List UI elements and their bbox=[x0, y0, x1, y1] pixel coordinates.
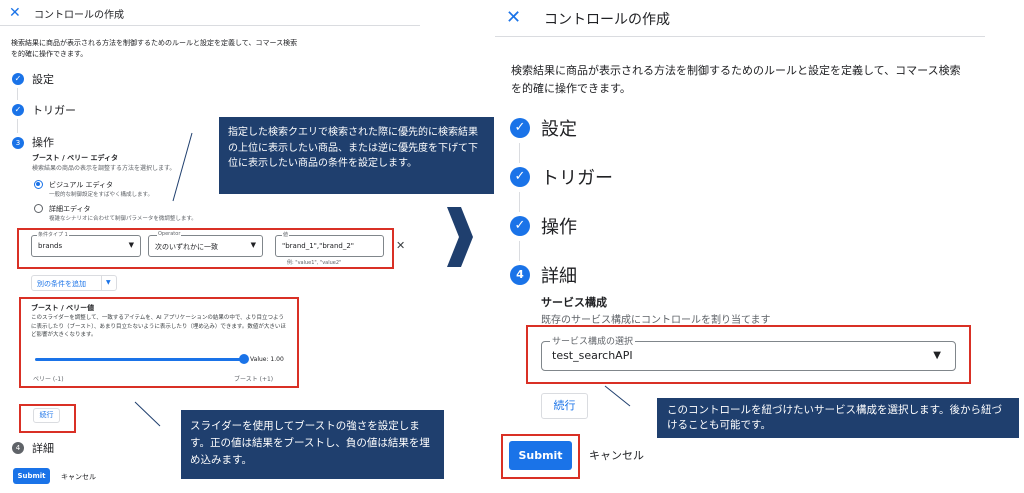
chevron-down-icon: ▼ bbox=[933, 350, 941, 361]
continue-button[interactable]: 続行 bbox=[541, 393, 588, 419]
step-connector bbox=[519, 143, 520, 163]
step-2-label[interactable]: トリガー bbox=[541, 164, 613, 190]
close-icon[interactable]: ✕ bbox=[506, 7, 521, 28]
step-4-number: 4 bbox=[510, 265, 530, 285]
callout-bottom: スライダーを使用してブーストの強さを設定します。正の値は結果をブーストし、負の値… bbox=[181, 410, 444, 479]
service-select-label: サービス構成の選択 bbox=[550, 334, 636, 347]
header-divider bbox=[495, 36, 985, 37]
service-config-select[interactable]: サービス構成の選択 test_searchAPI ▼ bbox=[541, 334, 956, 371]
step-complete-icon: ✓ bbox=[510, 118, 530, 138]
step-connector bbox=[519, 192, 520, 212]
submit-button[interactable]: Submit bbox=[509, 441, 572, 470]
service-select-value: test_searchAPI bbox=[552, 349, 633, 362]
service-config-title: サービス構成 bbox=[541, 296, 607, 309]
page-title: コントロールの作成 bbox=[544, 12, 670, 28]
step-1-label[interactable]: 設定 bbox=[541, 115, 577, 141]
step-3-label[interactable]: 操作 bbox=[541, 213, 577, 239]
step-complete-icon: ✓ bbox=[510, 216, 530, 236]
page-description: 検索結果に商品が表示される方法を制御するためのルールと設定を定義して、コマース検… bbox=[511, 64, 961, 95]
cancel-button[interactable]: キャンセル bbox=[589, 447, 644, 463]
arrow-right-icon bbox=[447, 207, 473, 267]
step-4-label[interactable]: 詳細 bbox=[541, 262, 577, 288]
service-config-desc: 既存のサービス構成にコントロールを割り当てます bbox=[541, 315, 771, 326]
step-complete-icon: ✓ bbox=[510, 167, 530, 187]
pointer-line bbox=[172, 132, 193, 202]
right-screenshot: ✕ コントロールの作成 検索結果に商品が表示される方法を制御するためのルールと設… bbox=[495, 0, 1024, 493]
step-connector bbox=[519, 241, 520, 261]
callout-top: 指定した検索クエリで検索された際に優先的に検索結果の上位に表示したい商品、または… bbox=[219, 117, 494, 194]
pointer-line bbox=[134, 401, 161, 427]
